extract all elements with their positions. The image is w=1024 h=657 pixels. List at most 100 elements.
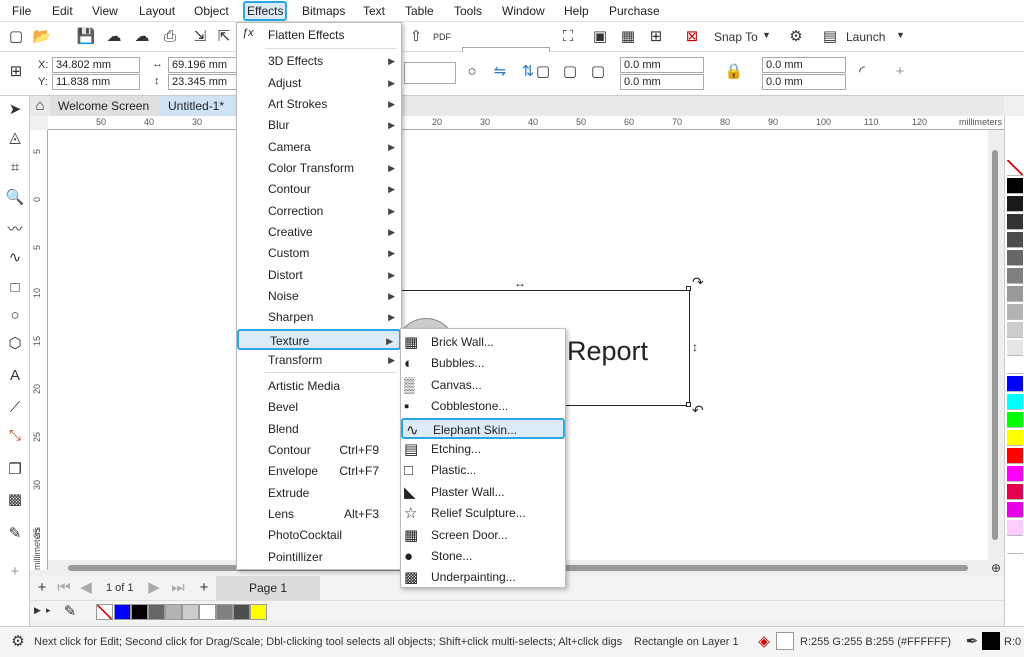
mirror-h-icon[interactable]: ⇋ [490,62,510,82]
next-page-icon[interactable]: ▶ [144,578,164,598]
dimension-tool-icon[interactable]: ⟋ [5,398,25,418]
corner-radius-bottom-right[interactable]: 0.0 mm [762,74,846,90]
document-color-swatch[interactable] [199,604,216,620]
menu-layout[interactable]: Layout [137,2,177,20]
texture-item-plaster-wall[interactable]: ◣ Plaster Wall... [401,482,565,503]
color-swatch[interactable] [1007,376,1023,392]
effects-menu-item-lens[interactable]: Lens Alt+F3 [237,504,401,525]
ellipse-tool-icon[interactable]: ○ [5,306,25,326]
effects-menu-item-blur[interactable]: Blur ▶ [237,115,401,136]
color-swatch[interactable] [1007,304,1023,320]
text-tool-icon[interactable]: A [5,366,25,386]
menu-bitmaps[interactable]: Bitmaps [300,2,347,20]
color-swatch[interactable] [1007,430,1023,446]
color-swatch[interactable] [1007,412,1023,428]
shape-tool-icon[interactable]: ◬ [5,128,25,148]
zoom-tool-icon[interactable]: 🔍 [5,188,25,208]
fill-color-swatch[interactable] [776,632,794,650]
texture-item-plastic[interactable]: □ Plastic... [401,460,565,481]
color-swatch[interactable] [1007,178,1023,194]
eyedropper-tool-icon[interactable]: ✎ [5,524,25,544]
palette-menu-icon[interactable]: ▶ [34,605,41,616]
width-field[interactable]: 69.196 mm [168,57,238,73]
effects-menu-item-camera[interactable]: Camera ▶ [237,137,401,158]
zoom-fit-icon[interactable]: ⛶ [558,27,578,47]
stretch-handle-top-icon[interactable]: ↔ [514,276,526,290]
texture-item-cobblestone[interactable]: ▪ Cobblestone... [401,396,565,417]
drop-shadow-tool-icon[interactable]: ❐ [5,460,25,480]
scrollbar-thumb[interactable] [992,150,998,540]
rectangle-tool-icon[interactable]: □ [5,278,25,298]
color-swatch[interactable] [1007,196,1023,212]
add-page-icon[interactable]: + [32,578,52,598]
effects-menu-item-art-strokes[interactable]: Art Strokes ▶ [237,94,401,115]
texture-item-stone[interactable]: ● Stone... [401,546,565,567]
effects-menu-item-contour[interactable]: Contour Ctrl+F9 [237,440,401,461]
menu-view[interactable]: View [90,2,120,20]
color-swatch[interactable] [1007,340,1023,356]
menu-tools[interactable]: Tools [452,2,484,20]
x-position-field[interactable]: 34.802 mm [52,57,140,73]
artistic-media-tool-icon[interactable]: ∿ [5,248,25,268]
effects-menu-item-correction[interactable]: Correction ▶ [237,201,401,222]
effects-menu-item-adjust[interactable]: Adjust ▶ [237,73,401,94]
color-swatch[interactable] [1007,286,1023,302]
texture-item-relief-sculpture[interactable]: ☆ Relief Sculpture... [401,503,565,524]
color-swatch[interactable] [1007,502,1023,518]
add-tool-icon[interactable]: + [5,562,25,582]
cloud-upload-icon[interactable]: ☁ [104,27,124,47]
angle-field[interactable] [404,62,456,84]
effects-menu-item-photococktail[interactable]: PhotoCocktail [237,525,401,546]
document-color-swatch[interactable] [182,604,199,620]
freehand-tool-icon[interactable]: 〰 [5,220,25,240]
lock-icon[interactable]: 🔒 [724,62,744,82]
effects-menu-item-noise[interactable]: Noise ▶ [237,286,401,307]
chevron-down-icon[interactable]: ▼ [762,30,771,40]
effects-menu-item-bevel[interactable]: Bevel [237,397,401,418]
corner-radius-top-right[interactable]: 0.0 mm [762,57,846,73]
snap-to-dropdown[interactable]: Snap To [714,30,758,44]
color-swatch[interactable] [1007,484,1023,500]
tab-welcome-screen[interactable]: Welcome Screen [50,96,160,116]
color-swatch[interactable] [1007,358,1023,374]
effects-menu-item-artistic-media[interactable]: Artistic Media [237,376,401,397]
menu-purchase[interactable]: Purchase [607,2,662,20]
selection-handle[interactable] [686,286,691,291]
zoom-navigator-icon[interactable]: ⊕ [986,558,1006,578]
document-color-swatch[interactable] [165,604,182,620]
color-swatch[interactable] [1007,232,1023,248]
document-color-swatch[interactable] [216,604,233,620]
menu-file[interactable]: File [10,2,33,20]
polygon-tool-icon[interactable]: ⬡ [5,334,25,354]
tab-untitled-1[interactable]: Untitled-1* [160,96,236,116]
effects-menu-item-blend[interactable]: Blend [237,419,401,440]
crop-tool-icon[interactable]: ⌗ [5,158,25,178]
color-swatch[interactable] [1007,448,1023,464]
effects-menu-item-transform[interactable]: Transform ▶ [237,350,401,371]
prev-page-icon[interactable]: ◀ [76,578,96,598]
rotate-handle-icon[interactable]: ↷ [692,274,704,291]
texture-item-etching[interactable]: ▤ Etching... [401,439,565,460]
pdf-icon[interactable]: PDF [432,27,452,47]
effects-menu-item-pointillizer[interactable]: Pointillizer [237,547,401,568]
color-swatch[interactable] [1007,268,1023,284]
color-swatch[interactable] [1007,394,1023,410]
effects-menu-item-texture[interactable]: Texture ▶ [237,329,401,350]
effects-menu-item-envelope[interactable]: Envelope Ctrl+F7 [237,461,401,482]
import-icon[interactable]: ⇲ [190,27,210,47]
export-icon[interactable]: ⇱ [214,27,234,47]
effects-menu-item-contour[interactable]: Contour ▶ [237,179,401,200]
object-origin-icon[interactable]: ⊞ [6,62,26,82]
y-position-field[interactable]: 11.838 mm [52,74,140,90]
color-swatch[interactable] [1007,538,1023,554]
color-swatch[interactable] [1007,214,1023,230]
chevron-down-icon[interactable]: ▼ [896,30,905,40]
menu-object[interactable]: Object [192,2,231,20]
texture-item-brick-wall[interactable]: ▦ Brick Wall... [401,332,565,353]
open-folder-icon[interactable]: 📂 [32,27,52,47]
color-swatch[interactable] [1007,520,1023,536]
effects-menu-item-custom[interactable]: Custom ▶ [237,243,401,264]
stretch-handle-right-icon[interactable]: ↕ [692,340,698,354]
save-icon[interactable]: 💾 [76,27,96,47]
color-swatch[interactable] [1007,466,1023,482]
